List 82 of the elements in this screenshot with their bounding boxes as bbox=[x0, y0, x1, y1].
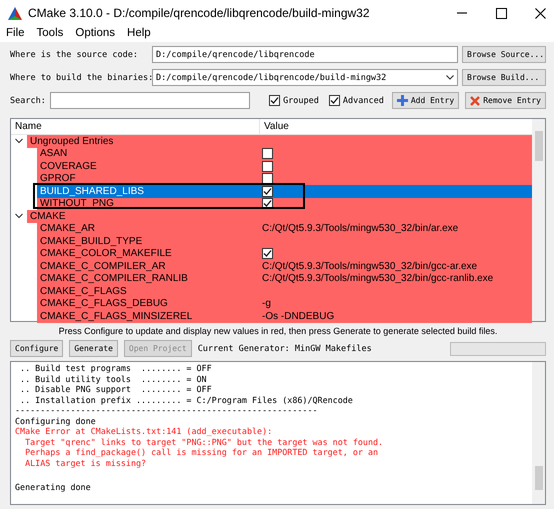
entry-row[interactable]: COVERAGE bbox=[37, 160, 532, 172]
path-field[interactable]: D:/compile/qrencode/libqrencode bbox=[152, 46, 458, 63]
maximize-icon[interactable] bbox=[496, 8, 507, 18]
entry-row[interactable]: CMAKE_C_FLAGS bbox=[37, 285, 532, 298]
checkbox-label: Advanced bbox=[342, 96, 384, 106]
column-header: Name bbox=[11, 119, 260, 134]
entry-row[interactable]: CMAKE_C_COMPILER_AR C:/Qt/Qt5.9.3/Tools/mingw530_32/bin/gcc-ar.exe bbox=[37, 260, 532, 272]
search-field[interactable] bbox=[50, 92, 250, 109]
hint-text: Press Configure to update and display new values in red, then press Generate to generate selected build files. bbox=[58, 326, 498, 336]
checkbox[interactable] bbox=[262, 148, 273, 160]
entry-name: CMAKE_COLOR_MAKEFILE bbox=[39, 248, 173, 260]
log-line: .. Disable PNG support ........ = OFF bbox=[19, 384, 213, 394]
entry-name: CMAKE_C_COMPILER_AR bbox=[39, 260, 167, 272]
entry-row[interactable]: CMAKE_AR C:/Qt/Qt5.9.3/Tools/mingw530_32/bin/ar.exe bbox=[37, 222, 532, 235]
browse-button[interactable]: Browse Build... bbox=[462, 69, 546, 86]
triangle-logo-icon bbox=[8, 6, 22, 20]
group-row[interactable]: Ungrouped Entries bbox=[27, 135, 532, 148]
entry-name: ASAN bbox=[39, 148, 68, 160]
log-line: Configuring done bbox=[15, 416, 97, 426]
menu-item[interactable]: Options bbox=[75, 27, 116, 39]
entry-name: WITHOUT_PNG bbox=[39, 198, 115, 210]
checkbox[interactable] bbox=[262, 160, 273, 172]
entry-name: GPROF bbox=[39, 173, 77, 184]
cross-icon bbox=[470, 96, 480, 106]
entry-name: CMAKE_C_COMPILER_RANLIB bbox=[39, 273, 189, 284]
checkbox[interactable] bbox=[262, 248, 273, 260]
field-label: Where is the source code: bbox=[10, 50, 139, 60]
close-icon[interactable] bbox=[535, 8, 546, 18]
group-row[interactable]: CMAKE bbox=[27, 210, 532, 222]
checkbox[interactable] bbox=[262, 173, 273, 184]
entry-row[interactable]: ASAN bbox=[37, 148, 532, 160]
checkbox[interactable] bbox=[328, 95, 340, 106]
checkbox[interactable] bbox=[269, 95, 280, 106]
entry-button[interactable]: Remove Entry bbox=[465, 92, 546, 109]
entry-value: -Os -DNDEBUG bbox=[262, 310, 334, 322]
menu-item[interactable]: Tools bbox=[36, 27, 64, 39]
entry-value: -g bbox=[262, 298, 271, 310]
column-header: Value bbox=[263, 120, 290, 134]
entry-row[interactable]: CMAKE_C_FLAGS_DEBUG -g bbox=[37, 298, 532, 310]
checkbox-label: Grouped bbox=[283, 96, 319, 106]
entry-name: BUILD_SHARED_LIBS bbox=[39, 186, 145, 197]
entry-name: COVERAGE bbox=[39, 160, 98, 172]
entry-button[interactable]: Add Entry bbox=[392, 92, 460, 109]
entry-row[interactable]: CMAKE_C_FLAGS_MINSIZEREL -Os -DNDEBUG bbox=[37, 310, 532, 322]
entry-name: CMAKE_BUILD_TYPE bbox=[39, 236, 144, 247]
action-button: Open Project bbox=[124, 340, 192, 357]
browse-button[interactable]: Browse Source... bbox=[462, 46, 546, 63]
path-field[interactable]: D:/compile/qrencode/libqrencode/build-mingw32 bbox=[152, 69, 458, 86]
entry-value: C:/Qt/Qt5.9.3/Tools/mingw530_32/bin/gcc-ar.exe bbox=[262, 260, 478, 272]
plus-icon bbox=[396, 95, 408, 106]
entry-name: CMAKE_C_FLAGS_DEBUG bbox=[39, 298, 169, 310]
entry-value: C:/Qt/Qt5.9.3/Tools/mingw530_32/bin/gcc-ranlib.exe bbox=[262, 273, 494, 284]
expand-caret-icon[interactable] bbox=[15, 212, 23, 220]
scrollbar[interactable] bbox=[532, 119, 545, 321]
log-line: ALIAS target is missing? bbox=[24, 458, 148, 468]
menu-item[interactable]: File bbox=[6, 27, 25, 39]
window-title: CMake 3.10.0 - D:/compile/qrencode/libqrencode/build-mingw32 bbox=[28, 6, 371, 20]
entry-row[interactable]: CMAKE_BUILD_TYPE bbox=[37, 235, 532, 248]
search-label: Search: bbox=[10, 96, 46, 106]
entry-row[interactable]: CMAKE_C_COMPILER_RANLIB C:/Qt/Qt5.9.3/Tools/mingw530_32/bin/gcc-ranlib.exe bbox=[37, 272, 532, 285]
log-line: .. Build test programs ........ = OFF bbox=[19, 363, 213, 374]
log-line: .. Installation prefix ......... = C:/Program Files (x86)/QRencode bbox=[19, 394, 354, 405]
entry-row[interactable]: CMAKE_COLOR_MAKEFILE bbox=[37, 248, 532, 260]
log-line: Generating done bbox=[15, 482, 92, 492]
action-button[interactable]: Configure bbox=[10, 340, 64, 357]
expand-caret-icon[interactable] bbox=[15, 137, 23, 146]
action-button[interactable]: Generate bbox=[69, 340, 118, 357]
log-line: .. Build utility tools ........ = ON bbox=[19, 374, 208, 384]
checkbox[interactable] bbox=[262, 186, 273, 197]
menu-item[interactable]: Help bbox=[127, 27, 151, 39]
scrollbar[interactable] bbox=[532, 362, 545, 504]
entry-name: CMAKE_C_FLAGS_MINSIZEREL bbox=[39, 310, 194, 322]
entry-name: CMAKE_C_FLAGS bbox=[39, 286, 128, 297]
entry-row[interactable]: BUILD_SHARED_LIBS bbox=[37, 185, 532, 198]
log-line: ------------------------------------------------------------ bbox=[15, 405, 319, 416]
dropdown-icon[interactable] bbox=[446, 75, 454, 80]
log-line: CMake Error at CMakeLists.txt:141 (add_executable): bbox=[15, 426, 274, 436]
entry-value: C:/Qt/Qt5.9.3/Tools/mingw530_32/bin/ar.exe bbox=[262, 223, 458, 234]
log-line: Perhaps a find_package() call is missing for an IMPORTED target, or an bbox=[24, 447, 380, 458]
log-line: Target "qrenc" links to target "PNG::PNG" but the target was not found. bbox=[24, 436, 384, 447]
generator-label: Current Generator: MinGW Makefiles bbox=[198, 344, 373, 354]
entry-name: CMAKE_AR bbox=[39, 223, 96, 234]
